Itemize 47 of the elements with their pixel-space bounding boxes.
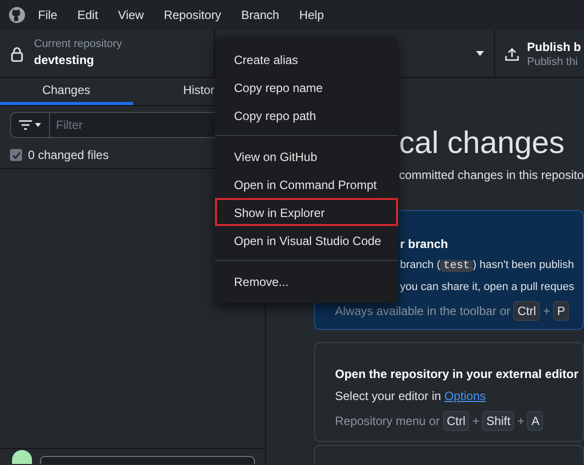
key-cap: Ctrl [513,301,540,322]
heading: cal changes [399,126,566,160]
card-text: branch ( test ) hasn't been publish [400,258,575,274]
menu-item[interactable]: Open in Command Prompt [215,170,398,198]
menu-item[interactable]: Remove... [215,267,398,295]
card-text: you can share it, open a pull reques [400,280,576,295]
menu-item[interactable]: Branch [233,4,288,26]
key-cap: P [553,301,570,322]
upload-icon [505,46,519,60]
summary-field[interactable] [40,456,255,464]
github-logo-icon [8,6,26,24]
key-cap: Shift [482,411,514,432]
lock-icon [10,46,24,62]
menu-item[interactable]: Create alias [215,45,398,73]
menu-item[interactable]: Help [291,4,332,26]
publish-subtitle: Publish thi [527,56,579,70]
avatar [12,450,32,464]
card-text: Select your editor in [335,389,442,404]
key-cap: Ctrl [442,411,470,432]
menu-item[interactable]: Repository [156,4,230,26]
hint-text: Always available in the toolbar or [335,303,510,320]
repository-name: devtesting [34,52,96,70]
options-link[interactable]: Options [444,389,486,404]
publish-title: Publish b [527,38,581,56]
publish-branch-button[interactable]: Publish b Publish thi [495,30,584,77]
key-cap: A [527,411,544,432]
caret-icon [476,51,484,56]
subtitle: committed changes in this reposito [399,167,584,184]
menu-item[interactable]: View [110,4,152,26]
changed-files-label: 0 changed files [28,147,109,164]
plus-sign: + [543,303,550,320]
card-title: r branch [400,236,450,254]
menu-item[interactable]: Copy repo path [215,101,398,129]
menu-item[interactable]: Open in Visual Studio Code [215,226,398,254]
checkbox[interactable] [10,149,22,161]
card-title: Open the repository in your external editor [335,366,580,384]
repository-label: Current repository [34,38,122,52]
plus-sign: + [517,413,524,430]
menu-item[interactable]: View on GitHub [215,142,398,170]
menu-item[interactable]: File [30,4,66,26]
menu-item[interactable]: Show in Explorer [215,198,398,226]
menu-item[interactable]: Copy repo name [215,73,398,101]
filter-icon [19,120,41,130]
plus-sign: + [472,413,480,430]
tab[interactable]: Changes [0,78,132,105]
hint-text: Repository menu or [335,413,440,430]
menu-item[interactable]: Edit [69,4,106,26]
